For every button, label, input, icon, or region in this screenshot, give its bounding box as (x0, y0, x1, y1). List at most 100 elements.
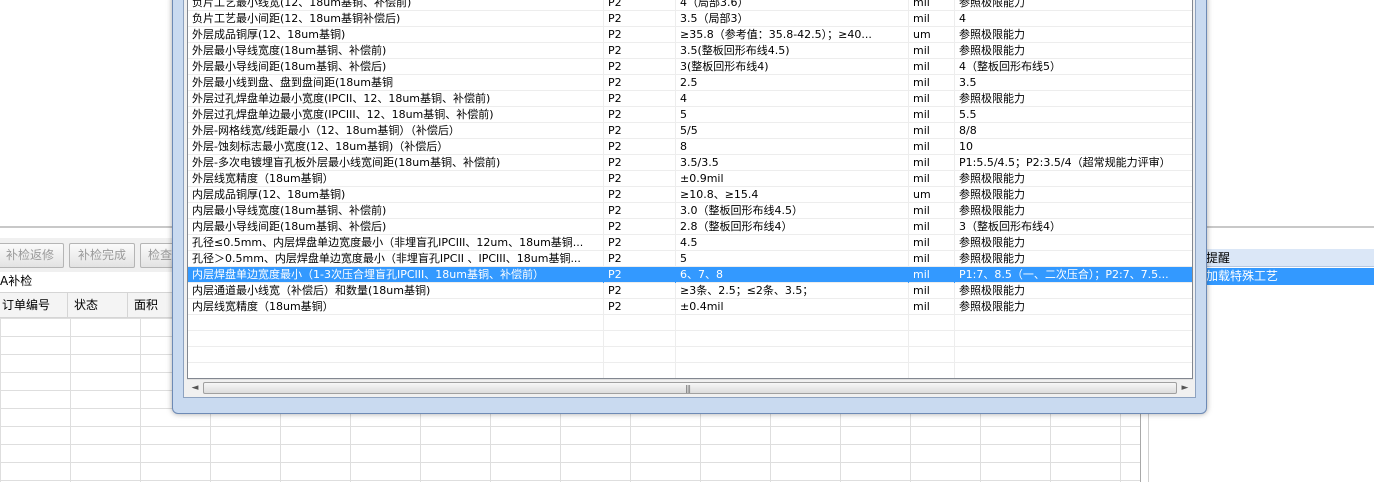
limit-cell (955, 363, 1192, 378)
background-grid-header: 订单编号 状态 面积 (0, 292, 180, 318)
table-row[interactable]: 负片工艺最小间距(12、18um基铜补偿后) P2 3.5（局部3） mil 4 (188, 11, 1192, 27)
table-row[interactable]: 外层最小线到盘、盘到盘间距(18um基铜 P2 2.5 mil 3.5 (188, 75, 1192, 91)
level-cell: P2 (604, 27, 676, 43)
level-cell: P2 (604, 123, 676, 139)
item-cell (188, 315, 604, 331)
value-cell (676, 331, 909, 347)
scroll-right-icon[interactable]: ► (1177, 380, 1193, 396)
unit-cell: mil (909, 11, 955, 27)
limit-cell (955, 347, 1192, 363)
level-cell: P2 (604, 235, 676, 251)
value-cell: 5/5 (676, 123, 909, 139)
item-cell: 内层线宽精度（18um基铜） (188, 299, 604, 315)
level-cell: P2 (604, 219, 676, 235)
item-cell: 外层成品铜厚(12、18um基铜) (188, 27, 604, 43)
table-row[interactable] (188, 331, 1192, 347)
limit-cell: 参照极限能力 (955, 251, 1192, 267)
unit-cell (909, 363, 955, 378)
table-row[interactable]: 内层线宽精度（18um基铜） P2 ±0.4mil mil 参照极限能力 (188, 299, 1192, 315)
limit-cell: 参照极限能力 (955, 299, 1192, 315)
limit-cell: 参照极限能力 (955, 27, 1192, 43)
table-row[interactable]: 内层通道最小线宽（补偿后）和数量(18um基铜) P2 ≥3条、2.5；≤2条、3.… (188, 283, 1192, 299)
level-cell (604, 347, 676, 363)
recheck-complete-button[interactable]: 补检完成 (69, 243, 135, 268)
limit-cell: 参照极限能力 (955, 91, 1192, 107)
table-row[interactable]: 外层过孔焊盘单边最小宽度(IPCIII、12、18um基铜、补偿前) P2 5 mil… (188, 107, 1192, 123)
table-row[interactable]: 外层最小导线宽度(18um基铜、补偿前) P2 3.5(整板回形布线4.5) mil 参… (188, 43, 1192, 59)
limit-cell: 3（整板回形布线4） (955, 219, 1192, 235)
table-row[interactable]: 孔径≤0.5mm、内层焊盘单边宽度最小（非埋盲孔IPCIII、12um、18um… (188, 235, 1192, 251)
limit-cell: 参照极限能力 (955, 171, 1192, 187)
unit-cell: mil (909, 203, 955, 219)
limit-cell: 参照极限能力 (955, 43, 1192, 59)
table-row[interactable]: 外层-网格线宽/线距最小（12、18um基铜）（补偿后） P2 5/5 mil 8/8 (188, 123, 1192, 139)
item-cell: 内层成品铜厚(12、18um基铜) (188, 187, 604, 203)
recheck-repair-button[interactable]: 补检返修 (0, 243, 64, 268)
table-row[interactable]: 外层线宽精度（18um基铜） P2 ±0.9mil mil 参照极限能力 (188, 171, 1192, 187)
level-cell: P2 (604, 299, 676, 315)
value-cell: 4 (676, 91, 909, 107)
unit-cell: mil (909, 219, 955, 235)
value-cell: ≥10.8、≥15.4 (676, 187, 909, 203)
table-row[interactable]: 外层-多次电镀埋盲孔板外层最小线宽间距(18um基铜、补偿前) P2 3.5/3.5… (188, 155, 1192, 171)
scroll-thumb[interactable]: ||| (203, 382, 1177, 394)
value-cell: 6、7、8 (676, 267, 909, 283)
remind-row[interactable]: 加载特殊工艺 (1204, 268, 1374, 285)
table-row[interactable] (188, 347, 1192, 363)
unit-cell: mil (909, 267, 955, 283)
limit-cell: 5.5 (955, 107, 1192, 123)
value-cell: ≥3条、2.5；≤2条、3.5； (676, 283, 909, 299)
value-cell: 3.5/3.5 (676, 155, 909, 171)
limit-cell: 参照极限能力 (955, 203, 1192, 219)
remind-header[interactable]: 提醒 (1204, 249, 1374, 267)
screen: 补检返修 补检完成 检查 A补检 订单编号 状态 面积 提醒 加载特殊工艺 负片… (0, 0, 1374, 482)
table-row[interactable]: 内层焊盘单边宽度最小（1-3次压合埋盲孔IPCIII、18um基铜、补偿前） P2… (188, 267, 1192, 283)
unit-cell: mil (909, 299, 955, 315)
capability-grid[interactable]: 负片工艺最小线宽(12、18um基铜、补偿前) P2 4（局部3.6） mil 参照极限… (187, 0, 1193, 379)
value-cell: ±0.9mil (676, 171, 909, 187)
item-cell: 孔径＞0.5mm、内层焊盘单边宽度最小（非埋盲孔IPCII 、IPCIII、18… (188, 251, 604, 267)
table-row[interactable]: 外层过孔焊盘单边最小宽度(IPCII、12、18um基铜、补偿前) P2 4 mil 参… (188, 91, 1192, 107)
level-cell: P2 (604, 75, 676, 91)
table-row[interactable]: 外层成品铜厚(12、18um基铜) P2 ≥35.8（参考值：35.8-42.5）；… (188, 27, 1192, 43)
scroll-left-icon[interactable]: ◄ (187, 380, 203, 396)
limit-cell: 参照极限能力 (955, 0, 1192, 11)
table-row[interactable]: 负片工艺最小线宽(12、18um基铜、补偿前) P2 4（局部3.6） mil 参照极限… (188, 0, 1192, 11)
capability-dialog: 负片工艺最小线宽(12、18um基铜、补偿前) P2 4（局部3.6） mil 参照极限… (172, 0, 1207, 414)
level-cell: P2 (604, 283, 676, 299)
level-cell: P2 (604, 107, 676, 123)
item-cell: 负片工艺最小间距(12、18um基铜补偿后) (188, 11, 604, 27)
unit-cell: um (909, 187, 955, 203)
item-cell: 内层通道最小线宽（补偿后）和数量(18um基铜) (188, 283, 604, 299)
item-cell: 外层过孔焊盘单边最小宽度(IPCIII、12、18um基铜、补偿前) (188, 107, 604, 123)
table-row[interactable]: 内层最小导线宽度(18um基铜、补偿前) P2 3.0（整板回形布线4.5） mil 参… (188, 203, 1192, 219)
limit-cell (955, 315, 1192, 331)
unit-cell: mil (909, 43, 955, 59)
value-cell: ≥35.8（参考值：35.8-42.5）；≥40... (676, 27, 909, 43)
table-row[interactable]: 外层最小导线间距(18um基铜、补偿后) P2 3(整板回形布线4) mil 4（整板回… (188, 59, 1192, 75)
table-row[interactable] (188, 363, 1192, 378)
horizontal-scrollbar[interactable]: ◄ ||| ► (187, 379, 1193, 395)
unit-cell: mil (909, 75, 955, 91)
value-cell: 3(整板回形布线4) (676, 59, 909, 75)
table-row[interactable]: 内层最小导线间距(18um基铜、补偿后) P2 2.8（整板回形布线4） mil 3（整… (188, 219, 1192, 235)
table-row[interactable]: 外层-蚀刻标志最小宽度(12、18um基铜)（补偿后） P2 8 mil 10 (188, 139, 1192, 155)
table-row[interactable] (188, 315, 1192, 331)
item-cell: 内层最小导线间距(18um基铜、补偿后) (188, 219, 604, 235)
column-header-status[interactable]: 状态 (68, 293, 128, 317)
column-header-order-no[interactable]: 订单编号 (0, 293, 68, 317)
unit-cell: mil (909, 251, 955, 267)
limit-cell: 4 (955, 11, 1192, 27)
table-row[interactable]: 孔径＞0.5mm、内层焊盘单边宽度最小（非埋盲孔IPCII 、IPCIII、18… (188, 251, 1192, 267)
item-cell: 内层焊盘单边宽度最小（1-3次压合埋盲孔IPCIII、18um基铜、补偿前） (188, 267, 604, 283)
value-cell: 8 (676, 139, 909, 155)
limit-cell: 4（整板回形布线5） (955, 59, 1192, 75)
table-row[interactable]: 内层成品铜厚(12、18um基铜) P2 ≥10.8、≥15.4 um 参照极限能力 (188, 187, 1192, 203)
limit-cell: P1:7、8.5（一、二次压合）；P2:7、7.5... (955, 267, 1192, 283)
item-cell: 外层最小导线间距(18um基铜、补偿后) (188, 59, 604, 75)
level-cell: P2 (604, 171, 676, 187)
level-cell: P2 (604, 0, 676, 11)
scroll-grip-icon: ||| (685, 384, 691, 393)
item-cell: 外层线宽精度（18um基铜） (188, 171, 604, 187)
unit-cell (909, 331, 955, 347)
